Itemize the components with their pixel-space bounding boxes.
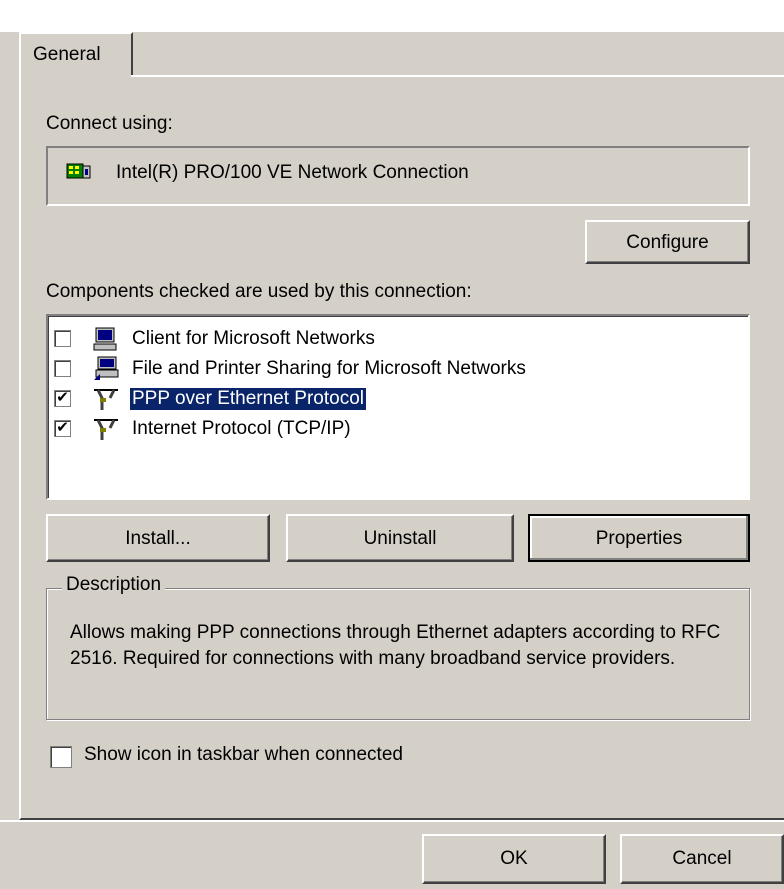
connection-properties-dialog: General Connect using: Intel(R) PRO/100 … <box>0 0 784 889</box>
components-label: Components checked are used by this conn… <box>46 281 472 302</box>
adapter-name: Intel(R) PRO/100 VE Network Connection <box>116 162 469 183</box>
component-label: Internet Protocol (TCP/IP) <box>132 418 351 439</box>
network-adapter-icon <box>66 163 91 179</box>
component-checkbox[interactable]: ✔ <box>54 390 71 407</box>
ok-button[interactable]: OK <box>422 834 606 884</box>
description-legend: Description <box>62 574 166 596</box>
protocol-icon <box>94 389 118 410</box>
taskbar-label[interactable]: Show icon in taskbar when connected <box>84 744 403 766</box>
component-label: File and Printer Sharing for Microsoft N… <box>132 358 526 379</box>
configure-button[interactable]: Configure <box>585 220 750 264</box>
cancel-button-label: Cancel <box>672 848 732 869</box>
uninstall-button[interactable]: Uninstall <box>286 514 514 562</box>
protocol-icon <box>94 419 118 440</box>
tab-general[interactable]: General <box>19 32 133 76</box>
cancel-button[interactable]: Cancel <box>620 834 784 884</box>
component-checkbox[interactable]: ✔ <box>54 420 71 437</box>
component-checkbox[interactable] <box>54 330 71 347</box>
component-label: PPP over Ethernet Protocol <box>130 388 366 410</box>
ok-button-label: OK <box>500 848 528 869</box>
tab-join <box>21 75 131 78</box>
connect-using-label: Connect using: <box>46 113 173 134</box>
description-text: Allows making PPP connections through Et… <box>70 622 721 669</box>
configure-button-label: Configure <box>626 232 709 253</box>
uninstall-button-label: Uninstall <box>363 528 437 549</box>
top-strip <box>0 0 784 32</box>
taskbar-checkbox[interactable] <box>50 746 72 768</box>
component-checkbox[interactable] <box>54 360 71 377</box>
adapter-box: Intel(R) PRO/100 VE Network Connection <box>46 146 750 206</box>
tab-general-label: General <box>33 44 101 65</box>
computer-icon <box>93 327 117 351</box>
bottom-separator <box>0 820 784 822</box>
properties-button[interactable]: Properties <box>528 514 750 562</box>
components-list[interactable]: Client for Microsoft Networks File and P… <box>46 314 750 500</box>
install-button[interactable]: Install... <box>46 514 270 562</box>
properties-button-label: Properties <box>595 528 683 549</box>
printer-share-icon <box>94 356 119 380</box>
component-label: Client for Microsoft Networks <box>132 328 375 349</box>
install-button-label: Install... <box>125 528 191 549</box>
